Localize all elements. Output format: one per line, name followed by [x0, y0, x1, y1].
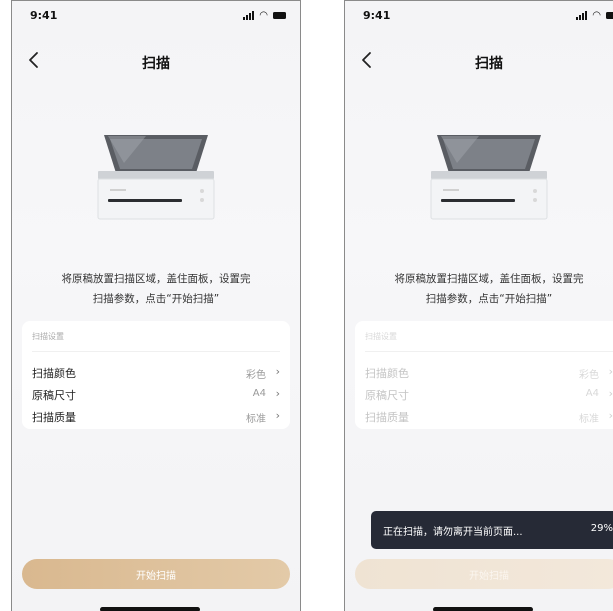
status-icons: ◠	[576, 10, 613, 21]
chevron-right-icon: ›	[608, 409, 613, 422]
scan-instruction: 将原稿放置扫描区域，盖住面板，设置完 扫描参数，点击“开始扫描”	[365, 269, 613, 309]
phone-screen-scanning: 9:41 ◠ 扫描 将原稿放置扫描区域，盖住面板，设置完 扫描参数，点击“开始扫…	[344, 0, 613, 611]
status-bar: 9:41 ◠	[12, 1, 300, 29]
status-bar: 9:41 ◠	[345, 1, 613, 29]
instruction-line-2: 扫描参数，点击“开始扫描”	[425, 293, 553, 305]
toast-message: 正在扫描，请勿离开当前页面...	[383, 527, 523, 538]
divider	[32, 351, 280, 352]
setting-value: 标准	[579, 414, 599, 425]
scanning-toast: 正在扫描，请勿离开当前页面... 29%	[371, 511, 613, 549]
setting-label: 扫描颜色	[32, 367, 76, 380]
scan-settings-card: 扫描设置 扫描颜色 彩色 › 原稿尺寸 A4 › 扫描质量 标准 ›	[22, 321, 290, 429]
setting-label: 原稿尺寸	[365, 389, 409, 402]
signal-icon	[576, 11, 588, 20]
setting-row-quality: 扫描质量 标准 ›	[365, 407, 613, 427]
start-scan-button-disabled: 开始扫描	[355, 559, 613, 589]
printer-illustration	[97, 135, 215, 220]
setting-row-size: 原稿尺寸 A4 ›	[365, 385, 613, 405]
setting-value: A4	[585, 388, 599, 399]
chevron-right-icon: ›	[608, 365, 613, 378]
chevron-right-icon: ›	[275, 409, 280, 422]
setting-label: 原稿尺寸	[32, 389, 76, 402]
wifi-icon: ◠	[592, 10, 601, 21]
status-time: 9:41	[30, 9, 58, 22]
status-icons: ◠	[243, 10, 286, 21]
start-scan-button[interactable]: 开始扫描	[22, 559, 290, 589]
divider	[365, 351, 613, 352]
signal-icon	[243, 11, 255, 20]
battery-icon	[273, 12, 286, 19]
setting-row-size[interactable]: 原稿尺寸 A4 ›	[32, 385, 280, 405]
printer-illustration	[430, 135, 548, 220]
settings-header: 扫描设置	[365, 332, 397, 341]
setting-label: 扫描质量	[365, 411, 409, 424]
home-indicator	[433, 607, 533, 611]
setting-value: 彩色	[579, 370, 599, 381]
setting-value: 标准	[246, 414, 266, 425]
page-title: 扫描	[142, 56, 170, 72]
chevron-right-icon: ›	[608, 387, 613, 400]
scan-instruction: 将原稿放置扫描区域，盖住面板，设置完 扫描参数，点击“开始扫描”	[32, 269, 280, 309]
setting-label: 扫描颜色	[365, 367, 409, 380]
battery-icon	[606, 12, 613, 19]
setting-row-color[interactable]: 扫描颜色 彩色 ›	[32, 363, 280, 383]
home-indicator	[100, 607, 200, 611]
scan-progress: 29%	[590, 523, 613, 534]
status-time: 9:41	[363, 9, 391, 22]
wifi-icon: ◠	[259, 10, 268, 21]
settings-header: 扫描设置	[32, 332, 64, 341]
setting-row-quality[interactable]: 扫描质量 标准 ›	[32, 407, 280, 427]
nav-bar: 扫描	[12, 43, 300, 83]
chevron-right-icon: ›	[275, 387, 280, 400]
chevron-right-icon: ›	[275, 365, 280, 378]
setting-row-color: 扫描颜色 彩色 ›	[365, 363, 613, 383]
nav-bar: 扫描	[345, 43, 613, 83]
instruction-line-1: 将原稿放置扫描区域，盖住面板，设置完	[61, 273, 251, 285]
instruction-line-2: 扫描参数，点击“开始扫描”	[92, 293, 220, 305]
setting-label: 扫描质量	[32, 411, 76, 424]
phone-screen-idle: 9:41 ◠ 扫描 将原稿放置扫描区域，盖住面板，设置完 扫描参数，点击“开始扫…	[11, 0, 301, 611]
page-title: 扫描	[475, 56, 503, 72]
scan-settings-card: 扫描设置 扫描颜色 彩色 › 原稿尺寸 A4 › 扫描质量 标准 ›	[355, 321, 613, 429]
setting-value: 彩色	[246, 370, 266, 381]
instruction-line-1: 将原稿放置扫描区域，盖住面板，设置完	[394, 273, 584, 285]
setting-value: A4	[252, 388, 266, 399]
